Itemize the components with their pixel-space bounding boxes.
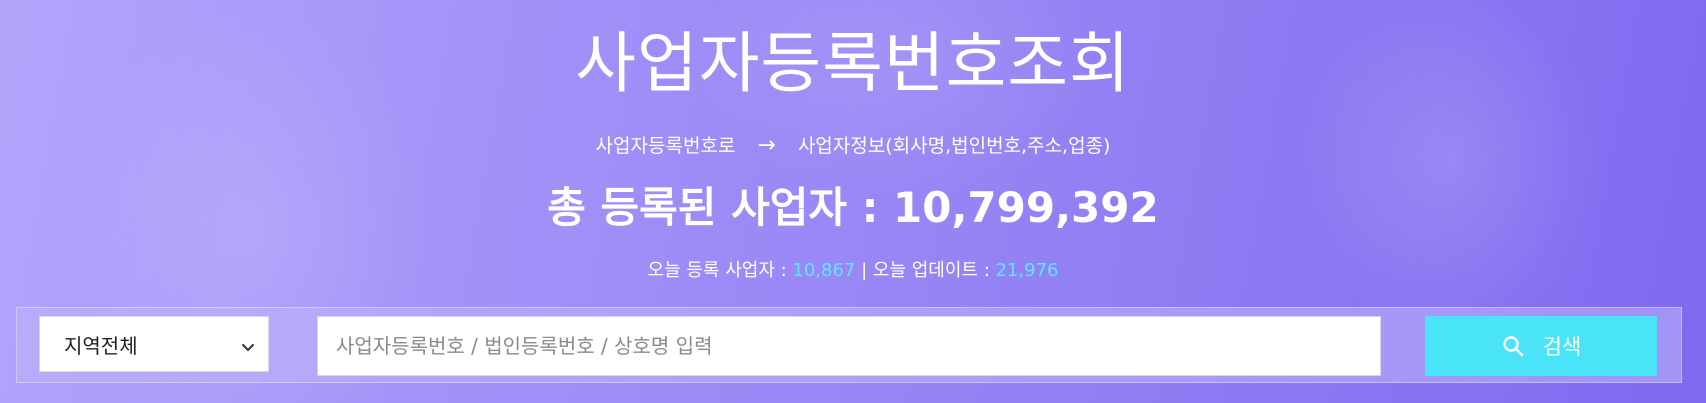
today-registered-label: 오늘 등록 사업자 : bbox=[647, 260, 793, 281]
chevron-down-icon bbox=[240, 336, 256, 352]
subtitle: 사업자등록번호로 → 사업자정보(회사명,법인번호,주소,업종) bbox=[0, 133, 1706, 159]
today-stats: 오늘 등록 사업자 : 10,867 | 오늘 업데이트 : 21,976 bbox=[0, 258, 1706, 284]
search-icon bbox=[1501, 334, 1525, 358]
arrow-right-icon: → bbox=[757, 133, 776, 158]
today-updated-label: 오늘 업데이트 : bbox=[872, 260, 996, 281]
total-label: 총 등록된 사업자 : bbox=[547, 183, 894, 232]
hero-banner: 사업자등록번호조회 사업자등록번호로 → 사업자정보(회사명,법인번호,주소,업종)… bbox=[0, 0, 1706, 403]
subtitle-from: 사업자등록번호로 bbox=[595, 135, 736, 157]
today-registered-value: 10,867 bbox=[792, 260, 856, 281]
search-input[interactable] bbox=[317, 316, 1381, 376]
total-value: 10,799,392 bbox=[893, 183, 1159, 232]
today-updated-value: 21,976 bbox=[995, 260, 1059, 281]
search-button[interactable]: 검색 bbox=[1425, 316, 1657, 376]
subtitle-to: 사업자정보(회사명,법인번호,주소,업종) bbox=[797, 135, 1111, 157]
search-button-label: 검색 bbox=[1542, 335, 1582, 359]
page-title: 사업자등록번호조회 bbox=[575, 25, 1131, 102]
region-select[interactable]: 지역전체 bbox=[39, 316, 269, 372]
total-count: 총 등록된 사업자 : 10,799,392 bbox=[0, 183, 1706, 233]
search-bar: 지역전체 검색 bbox=[16, 307, 1682, 383]
stats-separator: | bbox=[855, 260, 873, 281]
region-select-value: 지역전체 bbox=[64, 333, 138, 358]
